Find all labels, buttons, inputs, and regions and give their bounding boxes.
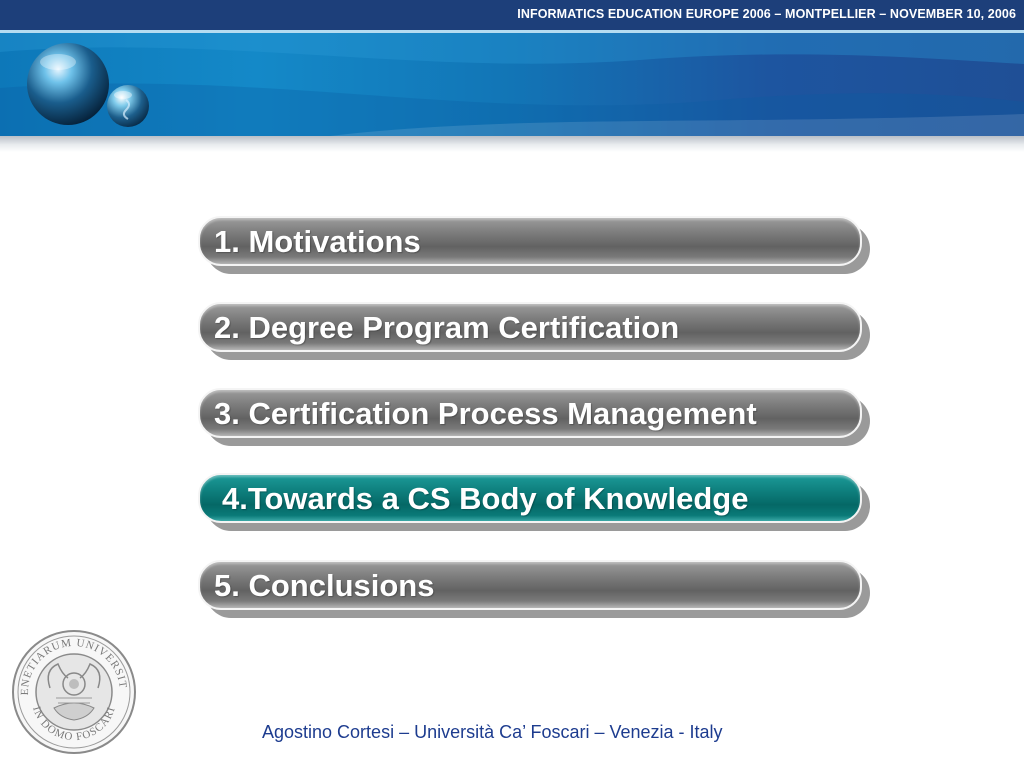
agenda-item-degree-program-certification[interactable]: 2. Degree Program Certification — [198, 302, 870, 360]
slide: INFORMATICS EDUCATION EUROPE 2006 – MONT… — [0, 0, 1024, 768]
globe-orbs-logo-icon — [27, 43, 149, 127]
agenda-item-label: 4.Towards a CS Body of Knowledge — [222, 481, 749, 516]
conference-title: INFORMATICS EDUCATION EUROPE 2006 – MONT… — [517, 7, 1016, 21]
footer-author: Agostino Cortesi – Università Ca’ Foscar… — [262, 722, 723, 742]
agenda-item-cs-body-of-knowledge[interactable]: 4.Towards a CS Body of Knowledge — [198, 473, 870, 531]
agenda-item-conclusions[interactable]: 5. Conclusions — [198, 560, 870, 618]
agenda-item-label: 3. Certification Process Management — [214, 396, 757, 431]
agenda-item-label: 5. Conclusions — [214, 568, 435, 603]
header-bar: INFORMATICS EDUCATION EUROPE 2006 – MONT… — [0, 0, 1024, 30]
agenda-item-certification-process-management[interactable]: 3. Certification Process Management — [198, 388, 870, 446]
agenda-item-label: 1. Motivations — [214, 224, 421, 259]
university-seal-icon: VENETIARUM UNIVERSITAS IN DOMO FOSCARI — [10, 628, 136, 754]
agenda-item-motivations[interactable]: 1. Motivations — [198, 216, 870, 274]
agenda-item-label: 2. Degree Program Certification — [214, 310, 680, 345]
banner-shadow — [0, 136, 1024, 152]
